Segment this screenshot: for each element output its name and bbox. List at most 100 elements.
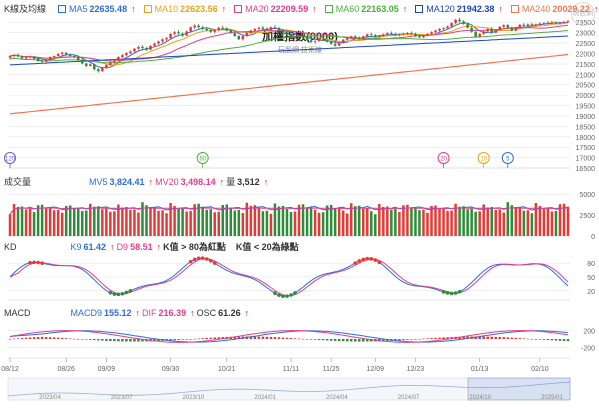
candle-body: [358, 37, 361, 39]
kd-low-dot: [453, 291, 458, 295]
osc-bar: [181, 339, 184, 340]
volume-bar: [16, 206, 20, 236]
up-arrow-icon: ↑: [498, 4, 503, 14]
volume-bar: [177, 208, 180, 236]
volume-bar: [28, 208, 32, 236]
kd-low-dot: [120, 291, 125, 296]
candle-body: [16, 54, 20, 57]
candle-body: [181, 33, 184, 36]
macd-legend-value: 155.12: [104, 308, 132, 318]
y-tick-label: 17000: [576, 156, 596, 163]
osc-bar: [518, 338, 522, 339]
candle-body: [546, 22, 550, 24]
dif-line: [9, 330, 569, 343]
kd-legend-value: 58.51: [130, 242, 153, 252]
up-arrow-icon: ↑: [156, 242, 162, 252]
candle-body: [558, 22, 562, 24]
volume-bar: [237, 209, 241, 236]
candle-body: [329, 41, 333, 44]
macd-legend-value: 216.39: [158, 308, 187, 318]
navigator-date: 2024/01: [254, 395, 276, 401]
candle-body: [494, 29, 497, 33]
kd-legend-title: KD: [4, 242, 17, 252]
candle-body: [209, 30, 212, 32]
kd-high-dot: [357, 259, 362, 263]
osc-bar: [289, 338, 293, 339]
candle-body: [402, 33, 405, 35]
osc-bar: [358, 339, 361, 342]
osc-bar: [422, 338, 425, 340]
kd-grid: [8, 262, 570, 301]
candle-body: [414, 33, 417, 36]
volume-bar: [32, 211, 36, 236]
ma-legend-checkbox[interactable]: [510, 5, 519, 13]
candle-body: [325, 40, 329, 42]
y-tick-label: 16500: [576, 166, 596, 173]
osc-bar: [414, 339, 417, 340]
candle-body: [450, 23, 453, 27]
candle-body: [458, 19, 461, 22]
volume-bar: [325, 205, 329, 236]
candle-body: [470, 27, 473, 32]
candle-body: [398, 34, 401, 36]
candle-body: [301, 35, 305, 38]
candle-body: [474, 31, 477, 37]
x-tick-label: 12/23: [407, 366, 425, 373]
candle-body: [438, 28, 441, 31]
y-tick-label: 22500: [576, 41, 596, 48]
volume-bar: [20, 206, 24, 236]
volume-bar: [362, 208, 365, 236]
volume-bar: [209, 209, 212, 236]
osc-bar: [253, 336, 257, 339]
osc-bar: [261, 336, 265, 339]
volume-bar: [530, 213, 534, 236]
osc-bar: [406, 339, 409, 340]
volume-bar: [345, 213, 349, 236]
ma-legend-checkbox[interactable]: [143, 5, 152, 13]
ma-legend-checkbox[interactable]: [324, 5, 333, 13]
volume-bar: [213, 212, 216, 236]
y-tick-label: 5000: [579, 192, 595, 199]
navigator-date: 2024/04: [326, 395, 348, 401]
time-navigator[interactable]: 2023/04 2023/07 2023/10 2024/01 2024/04 2024/…: [7, 377, 571, 401]
osc-bar: [362, 339, 365, 342]
volume-bar: [474, 211, 477, 236]
volume-bar: [77, 207, 80, 236]
ma-legend-checkbox[interactable]: [234, 5, 243, 13]
kd-high-dot: [208, 258, 213, 263]
volume-legend-label: MV20: [155, 177, 179, 187]
osc-bar: [32, 337, 36, 339]
ma-legend-checkbox[interactable]: [58, 5, 67, 13]
candle-body: [257, 27, 261, 29]
candle-body: [538, 23, 542, 25]
candle-body: [510, 27, 514, 31]
candle-body: [48, 57, 52, 60]
osc-bar: [72, 338, 76, 340]
up-arrow-icon: ↑: [263, 177, 269, 187]
kd-high-dot: [212, 261, 217, 265]
volume-bar: [382, 206, 385, 236]
candle-body: [526, 24, 530, 26]
candle-body: [273, 27, 277, 29]
volume-bar: [466, 209, 469, 236]
osc-bar: [117, 339, 120, 342]
ma-legend-checkbox[interactable]: [415, 5, 424, 13]
volume-bar: [402, 205, 405, 236]
osc-bar: [337, 339, 341, 342]
volume-bar: [205, 209, 208, 236]
osc-bar: [402, 339, 405, 341]
volume-bar: [321, 212, 325, 236]
osc-bar: [269, 336, 273, 339]
event-markers: 120 60 20 10 5: [4, 152, 514, 168]
kd-high-dot: [369, 257, 374, 261]
ma-legend-value: 22623.56: [180, 4, 218, 14]
volume-bar: [165, 213, 168, 236]
kd-high-dot: [196, 256, 201, 261]
candle-body: [317, 39, 321, 41]
osc-bar: [81, 339, 84, 340]
ma-legend-label: MA10: [154, 4, 179, 14]
volume-bar: [285, 208, 289, 236]
osc-bar: [125, 339, 128, 342]
candle-body: [498, 26, 501, 30]
kd-high-dot: [373, 258, 378, 262]
